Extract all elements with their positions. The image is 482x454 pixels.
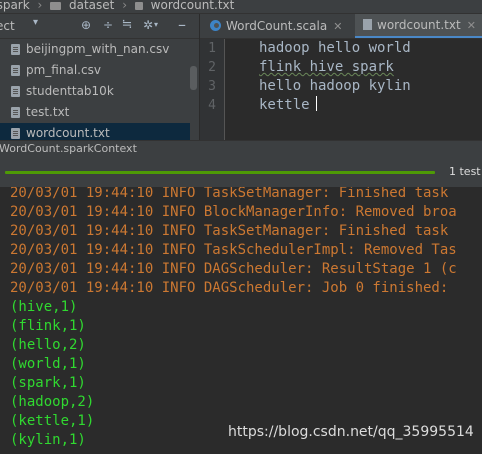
file-item[interactable]: studenttab10k xyxy=(0,81,190,102)
log-line: 20/03/01 19:44:10 INFO TaskSchedulerImpl… xyxy=(10,242,457,258)
csv-file-icon xyxy=(11,44,20,55)
line-number: 2 xyxy=(208,60,216,75)
log-line: 20/03/01 19:44:10 INFO DAGScheduler: Res… xyxy=(10,261,457,277)
file-icon xyxy=(134,2,143,10)
editor-tab-bar: WordCount.scala ✕ wordcount.txt ✕ xyxy=(200,14,482,39)
chevron-right-icon: › xyxy=(37,0,43,12)
close-icon[interactable]: ✕ xyxy=(467,19,476,32)
editor-status-breadcrumb: WordCount.sparkContext xyxy=(0,140,482,157)
gear-dropdown-icon[interactable]: ▾ xyxy=(154,20,158,29)
line-number-gutter: 1 2 3 4 xyxy=(200,39,225,140)
file-icon xyxy=(11,86,20,97)
code-line[interactable]: hadoop hello world xyxy=(259,39,411,58)
project-toolbar: ect ▾ ⊕ ÷ ≒ ✲ ▾ – xyxy=(0,14,199,39)
output-line: (flink,1) xyxy=(10,318,86,334)
log-line: 20/03/01 19:44:10 INFO TaskSetManager: F… xyxy=(10,223,449,239)
output-line: (kettle,1) xyxy=(10,413,95,429)
run-panel-header: 1 test xyxy=(0,157,482,188)
line-number: 4 xyxy=(208,98,216,113)
output-line: (hive,1) xyxy=(10,299,78,315)
output-line: (hadoop,2) xyxy=(10,394,95,410)
project-file-list: beijingpm_with_nan.csv pm_final.csv stud… xyxy=(0,39,190,140)
watermark: https://blog.csdn.net/qq_35995514 xyxy=(228,424,474,440)
editor-text-area[interactable]: hadoop hello world flink hive spark hell… xyxy=(259,39,482,140)
test-count: 1 test xyxy=(449,165,481,178)
code-line-with-caret[interactable]: kettle xyxy=(259,96,317,115)
run-console[interactable]: 20/03/01 19:44:10 INFO TaskSetManager: F… xyxy=(0,187,482,454)
csv-file-icon xyxy=(11,65,20,76)
file-item[interactable]: test.txt xyxy=(0,102,190,123)
project-panel-title[interactable]: ect xyxy=(0,19,15,33)
text-file-icon xyxy=(11,128,20,139)
breadcrumb-item-file[interactable]: wordcount.txt xyxy=(151,0,235,11)
text-file-icon xyxy=(363,19,372,30)
output-line: (hello,2) xyxy=(10,337,86,353)
output-line: (spark,1) xyxy=(10,375,86,391)
locate-icon[interactable]: ⊕ xyxy=(79,18,93,32)
line-number: 3 xyxy=(208,79,216,94)
dropdown-arrow-icon[interactable]: ▾ xyxy=(33,17,38,28)
output-line: (world,1) xyxy=(10,356,86,372)
chevron-right-icon: › xyxy=(122,0,127,12)
project-panel: ect ▾ ⊕ ÷ ≒ ✲ ▾ – beijingpm_with_nan.csv… xyxy=(0,14,199,140)
breadcrumb: s-spark › dataset › wordcount.txt xyxy=(0,0,482,14)
hide-panel-icon[interactable]: – xyxy=(175,17,189,33)
folder-icon xyxy=(50,2,62,10)
tab-wordcount-txt[interactable]: wordcount.txt ✕ xyxy=(355,14,482,38)
scala-object-icon xyxy=(210,20,221,31)
code-line[interactable]: hello hadoop kylin xyxy=(259,77,411,96)
test-progress-bar xyxy=(5,171,435,174)
breadcrumb-item-project[interactable]: s-spark xyxy=(0,0,30,11)
file-item[interactable]: pm_final.csv xyxy=(0,60,190,81)
line-number: 1 xyxy=(208,41,216,56)
gear-icon[interactable]: ✲ xyxy=(141,18,155,32)
log-line: 20/03/01 19:44:10 INFO BlockManagerInfo:… xyxy=(10,204,457,220)
sort-icon[interactable]: ≒ xyxy=(120,18,134,32)
text-caret xyxy=(315,96,317,111)
file-item[interactable]: beijingpm_with_nan.csv xyxy=(0,39,190,60)
log-line: 20/03/01 19:44:10 INFO DAGScheduler: Job… xyxy=(10,280,449,296)
breadcrumb-item-folder[interactable]: dataset xyxy=(69,0,114,11)
tab-wordcount-scala[interactable]: WordCount.scala ✕ xyxy=(210,14,342,38)
file-item-selected[interactable]: wordcount.txt xyxy=(0,123,190,140)
text-file-icon xyxy=(11,107,20,118)
close-icon[interactable]: ✕ xyxy=(333,20,342,33)
code-line[interactable]: flink hive spark xyxy=(259,58,394,77)
collapse-all-icon[interactable]: ÷ xyxy=(101,18,115,32)
log-line: 20/03/01 19:44:10 INFO TaskSetManager: F… xyxy=(10,187,449,201)
output-line: (kylin,1) xyxy=(10,432,86,448)
project-scrollbar-thumb[interactable] xyxy=(190,66,197,90)
